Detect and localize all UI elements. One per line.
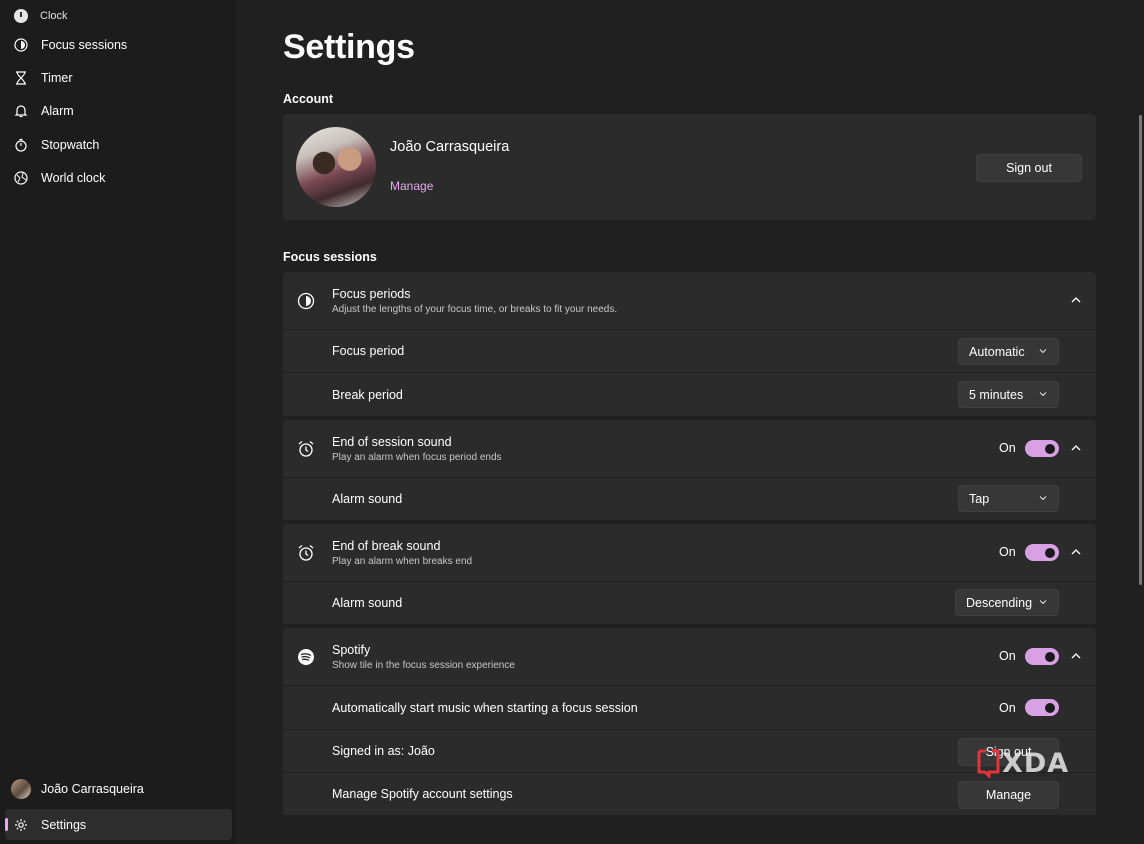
row-label: Focus period	[332, 344, 405, 358]
selection-indicator	[5, 818, 8, 831]
avatar	[11, 779, 31, 799]
toggle-state-label: On	[999, 441, 1016, 455]
spotify-header[interactable]: Spotify Show tile in the focus session e…	[283, 628, 1096, 685]
break-period-row: Break period 5 minutes	[283, 372, 1096, 416]
chevron-up-icon[interactable]	[1069, 293, 1083, 307]
stopwatch-icon	[13, 137, 29, 153]
profile-item[interactable]: João Carrasqueira	[5, 772, 232, 806]
row-label: Automatically start music when starting …	[332, 700, 638, 715]
focus-periods-header[interactable]: Focus periods Adjust the lengths of your…	[283, 272, 1096, 329]
clock-app-icon	[14, 9, 28, 23]
row-subtitle: Play an alarm when focus period ends	[332, 452, 502, 463]
toggle-state-label: On	[999, 701, 1016, 715]
spotify-toggle[interactable]	[1025, 648, 1059, 665]
chevron-down-icon	[1039, 392, 1047, 397]
manage-account-link[interactable]: Manage	[390, 179, 433, 193]
nav-label: Alarm	[41, 104, 74, 119]
toggle-knob	[1045, 651, 1055, 662]
spotify-signed-in-row: Signed in as: João Sign out	[283, 729, 1096, 772]
manage-spotify-row: Manage Spotify account settings Manage	[283, 772, 1096, 815]
page-title: Settings	[283, 28, 415, 66]
nav-item-stopwatch[interactable]: Stopwatch	[5, 128, 232, 161]
row-label: Manage Spotify account settings	[332, 787, 513, 801]
toggle-knob	[1045, 702, 1055, 713]
nav-item-world-clock[interactable]: World clock	[5, 162, 232, 195]
chevron-down-icon	[1039, 349, 1047, 354]
bell-icon	[13, 103, 29, 119]
manage-spotify-button[interactable]: Manage	[958, 781, 1059, 809]
account-section-label: Account	[283, 92, 333, 106]
hourglass-icon	[13, 70, 29, 86]
row-title: End of session sound	[332, 435, 452, 449]
row-title: Focus periods	[332, 287, 411, 301]
chevron-down-icon	[1039, 600, 1047, 605]
account-avatar	[296, 127, 376, 207]
session-alarm-sound-row: Alarm sound Tap	[283, 477, 1096, 520]
end-break-sound-toggle[interactable]	[1025, 544, 1059, 561]
row-label: Alarm sound	[332, 492, 403, 506]
alarm-clock-icon	[297, 544, 315, 562]
row-label: Break period	[332, 387, 403, 402]
row-subtitle: Play an alarm when breaks end	[332, 556, 473, 567]
xda-logo-icon	[977, 749, 1000, 778]
nav-label: World clock	[41, 171, 106, 186]
row-label: Signed in as: João	[332, 744, 435, 758]
row-label: Alarm sound	[332, 596, 403, 610]
xda-watermark: XDA	[976, 747, 1070, 779]
toggle-knob	[1045, 443, 1055, 454]
focus-icon	[13, 37, 29, 53]
row-title: End of break sound	[332, 539, 441, 553]
nav-item-focus-sessions[interactable]: Focus sessions	[5, 28, 232, 61]
profile-name: João Carrasqueira	[41, 782, 144, 796]
auto-start-music-row: Automatically start music when starting …	[283, 685, 1096, 729]
chevron-up-icon[interactable]	[1069, 649, 1083, 663]
end-session-sound-header[interactable]: End of session sound Play an alarm when …	[283, 420, 1096, 477]
toggle-state-label: On	[999, 545, 1016, 559]
chevron-up-icon[interactable]	[1069, 441, 1083, 455]
gear-icon	[13, 817, 29, 833]
chevron-down-icon	[1039, 496, 1047, 501]
break-alarm-sound-row: Alarm sound Descending	[283, 581, 1096, 624]
chevron-up-icon[interactable]	[1069, 545, 1083, 559]
focus-section-label: Focus sessions	[283, 250, 377, 264]
dropdown-value: Descending	[966, 595, 1033, 610]
app-title: Clock	[40, 10, 68, 22]
globe-icon	[13, 170, 29, 186]
scrollbar[interactable]	[1139, 115, 1142, 585]
auto-start-music-toggle[interactable]	[1025, 699, 1059, 716]
dropdown-value: Tap	[969, 491, 990, 506]
dropdown-value: Automatic	[969, 344, 1025, 359]
focus-icon	[297, 292, 315, 310]
alarm-clock-icon	[297, 440, 315, 458]
nav-item-alarm[interactable]: Alarm	[5, 95, 232, 128]
nav-item-settings[interactable]: Settings	[5, 809, 232, 840]
end-break-sound-header[interactable]: End of break sound Play an alarm when br…	[283, 524, 1096, 581]
focus-period-dropdown[interactable]: Automatic	[958, 338, 1059, 365]
end-session-sound-toggle[interactable]	[1025, 440, 1059, 457]
account-card: João Carrasqueira Manage Sign out	[283, 114, 1096, 220]
navigation-pane: Clock Focus sessions Timer Alarm Stopwat…	[0, 0, 236, 844]
nav-label: Focus sessions	[41, 37, 128, 52]
nav-label: Stopwatch	[41, 137, 100, 152]
row-title: Spotify	[332, 643, 371, 657]
settings-page: Settings Account João Carrasqueira Manag…	[236, 0, 1144, 844]
dropdown-value: 5 minutes	[969, 387, 1024, 402]
toggle-knob	[1045, 547, 1055, 558]
break-alarm-sound-dropdown[interactable]: Descending	[955, 589, 1059, 616]
watermark-text: XDA	[1002, 747, 1070, 779]
session-alarm-sound-dropdown[interactable]: Tap	[958, 485, 1059, 512]
sign-out-button[interactable]: Sign out	[976, 154, 1082, 182]
break-period-dropdown[interactable]: 5 minutes	[958, 381, 1059, 408]
row-subtitle: Show tile in the focus session experienc…	[332, 660, 515, 671]
nav-label: Settings	[41, 817, 87, 832]
spotify-icon	[297, 648, 315, 666]
account-name: João Carrasqueira	[390, 139, 510, 155]
focus-period-row: Focus period Automatic	[283, 329, 1096, 372]
row-subtitle: Adjust the lengths of your focus time, o…	[332, 304, 618, 315]
nav-label: Timer	[41, 70, 73, 85]
nav-list: Focus sessions Timer Alarm Stopwatch Wor…	[5, 28, 232, 195]
toggle-state-label: On	[999, 649, 1016, 663]
nav-item-timer[interactable]: Timer	[5, 61, 232, 94]
